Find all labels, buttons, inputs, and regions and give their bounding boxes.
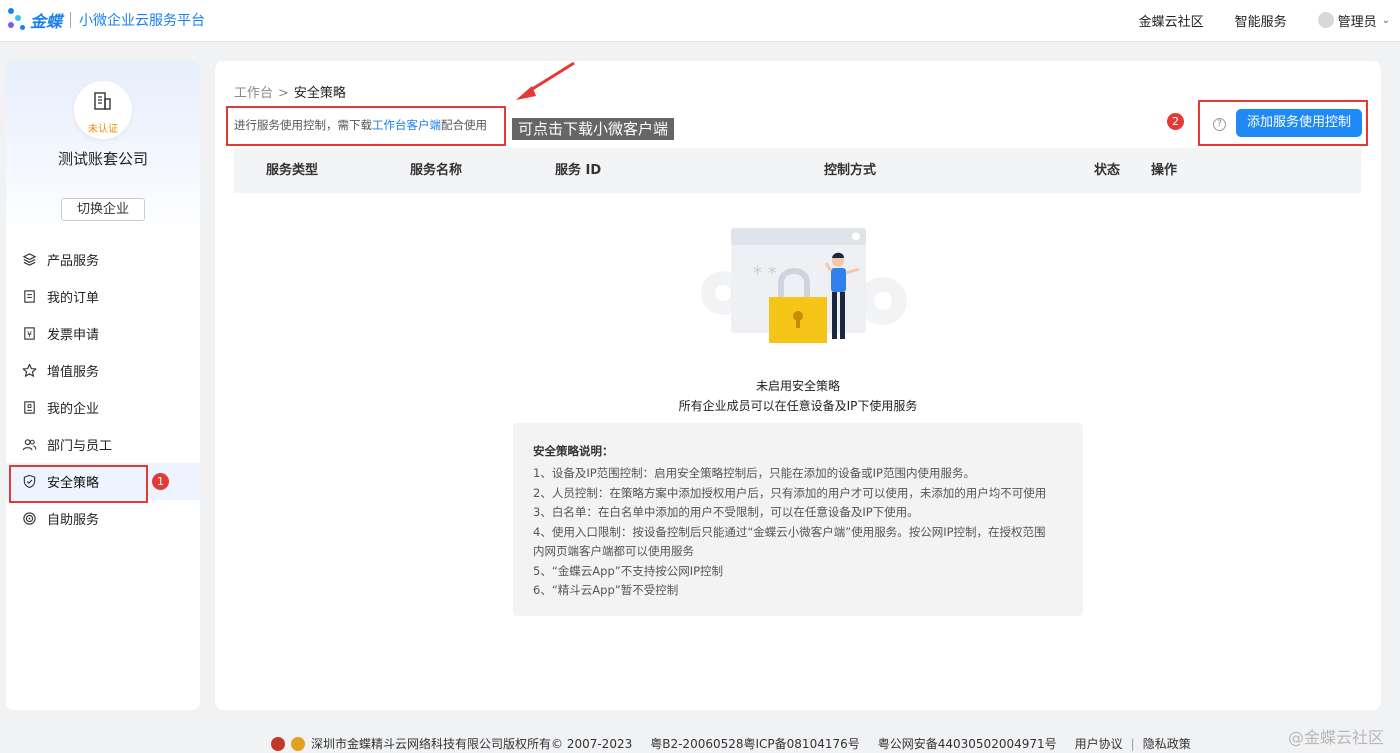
police-record-text[interactable]: 粤公网安备44030502004971号	[878, 735, 1057, 752]
sidebar-item-label: 发票申请	[47, 328, 100, 343]
policy-line: 3、白名单：在白名单中添加的用户不受限制，可以在任意设备及IP下使用。	[533, 505, 919, 519]
sidebar-item-label: 部门与员工	[47, 439, 113, 454]
icp-text[interactable]: 粤B2-20060528粤ICP备08104176号	[650, 735, 860, 752]
policy-line: 2、人员控制：在策略方案中添加授权用户后，只有添加的用户才可以使用，未添加的用户…	[533, 485, 1047, 500]
user-menu[interactable]: 管理员 ⌄	[1317, 11, 1390, 30]
column-header: 状态	[1094, 163, 1121, 178]
target-icon	[23, 512, 36, 525]
column-header: 操作	[1151, 163, 1178, 178]
police-badge-icon	[291, 736, 305, 751]
user-agreement-link[interactable]: 用户协议	[1075, 735, 1123, 752]
main-panel: 工作台 > 安全策略 进行服务使用控制，需下载工作台客户端配合使用 ? 添加服务使用…	[215, 61, 1381, 710]
svg-text:¥: ¥	[27, 330, 32, 339]
logo-mark-icon	[6, 6, 28, 34]
privacy-policy-link[interactable]: 隐私政策	[1143, 735, 1191, 752]
sidebar-item-my-company[interactable]: 我的企业	[6, 389, 200, 426]
sidebar-item-value-added[interactable]: 增值服务	[6, 352, 200, 389]
user-avatar-icon	[1317, 12, 1334, 28]
building-icon	[24, 401, 35, 414]
sidebar-item-label: 产品服务	[47, 254, 100, 269]
policy-line: 5、“金蝶云App”不支持按公网IP控制	[533, 563, 724, 578]
document-icon	[24, 290, 35, 303]
breadcrumb-separator: >	[278, 86, 289, 101]
star-icon	[22, 363, 37, 377]
national-emblem-icon	[271, 736, 285, 751]
watermark: @金蝶云社区	[1287, 728, 1384, 747]
policy-title: 安全策略说明：	[533, 444, 614, 458]
sidebar-item-label: 我的企业	[47, 402, 100, 417]
header-nav: 金蝶云社区 智能服务 管理员 ⌄	[1139, 0, 1400, 40]
breadcrumb-root[interactable]: 工作台	[234, 86, 273, 101]
top-header: 金蝶 小微企业云服务平台 金蝶云社区 智能服务 管理员 ⌄	[0, 0, 1400, 42]
company-name: 测试账套公司	[57, 150, 148, 168]
sidebar-item-label: 我的订单	[47, 291, 100, 306]
annotation-box-notice	[226, 106, 506, 146]
annotation-box-add-button	[1198, 100, 1368, 146]
sidebar-item-departments[interactable]: 部门与员工	[6, 426, 200, 463]
column-header: 服务 ID	[555, 163, 602, 178]
invoice-icon: ¥	[24, 327, 35, 340]
cert-status-badge: 未认证	[88, 124, 118, 135]
sidebar: 未认证 测试账套公司 切换企业 产品服务 我的订单 ¥ 发票申请 增值服务 我的…	[6, 61, 200, 710]
annotation-tip: 可点击下载小微客户端	[512, 118, 675, 140]
annotation-box-security-menu	[9, 465, 148, 503]
platform-name: 小微企业云服务平台	[79, 13, 206, 29]
users-icon	[22, 439, 37, 451]
annotation-arrow-icon	[516, 61, 575, 100]
footer-info: 深圳市金蝶精斗云网络科技有限公司版权所有© 2007-2023 粤B2-2006…	[271, 735, 1191, 752]
smart-service-link[interactable]: 智能服务	[1235, 11, 1287, 30]
layers-icon	[22, 253, 37, 266]
sidebar-item-my-orders[interactable]: 我的订单	[6, 278, 200, 315]
company-avatar: 未认证	[74, 81, 132, 139]
building-icon	[94, 92, 111, 110]
annotation-badge-1: 1	[152, 473, 169, 490]
empty-state-title: 未启用安全策略	[755, 379, 840, 393]
policy-description-box: 安全策略说明： 1、设备及IP范围控制：启用安全策略控制后，只能在添加的设备或I…	[513, 423, 1083, 616]
sidebar-item-self-service[interactable]: 自助服务	[6, 500, 200, 537]
user-name: 管理员	[1337, 14, 1377, 30]
sidebar-item-label: 自助服务	[47, 513, 100, 528]
sidebar-item-invoice[interactable]: ¥ 发票申请	[6, 315, 200, 352]
policy-line: 4、使用入口限制：按设备控制后只能通过“金蝶云小微客户端”使用服务。按公网IP控…	[533, 524, 1046, 539]
policy-line: 6、“精斗云App”暂不受控制	[533, 583, 679, 597]
table-header: 服务类型 服务名称 服务 ID 控制方式 状态 操作	[234, 148, 1361, 193]
breadcrumb: 工作台 > 安全策略	[234, 82, 346, 101]
copyright-text: 深圳市金蝶精斗云网络科技有限公司版权所有© 2007-2023	[311, 737, 633, 751]
switch-company-button[interactable]: 切换企业	[61, 198, 145, 221]
sidebar-item-label: 增值服务	[47, 365, 100, 380]
policy-line: 1、设备及IP范围控制：启用安全策略控制后，只能在添加的设备或IP范围内使用服务…	[533, 466, 975, 480]
empty-state-illustration: * *	[701, 228, 907, 343]
column-header: 服务名称	[410, 163, 463, 178]
column-header: 服务类型	[266, 163, 319, 178]
brand-logo[interactable]: 金蝶 小微企业云服务平台	[6, 6, 205, 34]
community-link[interactable]: 金蝶云社区	[1139, 11, 1204, 30]
logo-divider	[70, 12, 72, 28]
company-card: 未认证 测试账套公司 切换企业	[6, 61, 200, 231]
annotation-badge-2: 2	[1167, 113, 1184, 130]
sidebar-item-product-services[interactable]: 产品服务	[6, 241, 200, 278]
policy-line: 内网页端客户端都可以使用服务	[533, 544, 694, 558]
brand-name: 金蝶	[30, 12, 63, 31]
column-header: 控制方式	[824, 163, 877, 178]
chevron-down-icon: ⌄	[1381, 14, 1390, 26]
empty-state-subtitle: 所有企业成员可以在任意设备及IP下使用服务	[678, 399, 918, 413]
svg-text:* *: * *	[753, 263, 777, 284]
footer-separator: |	[1130, 736, 1135, 751]
footer: 深圳市金蝶精斗云网络科技有限公司版权所有© 2007-2023 粤B2-2006…	[0, 733, 1400, 753]
breadcrumb-current: 安全策略	[293, 86, 346, 101]
